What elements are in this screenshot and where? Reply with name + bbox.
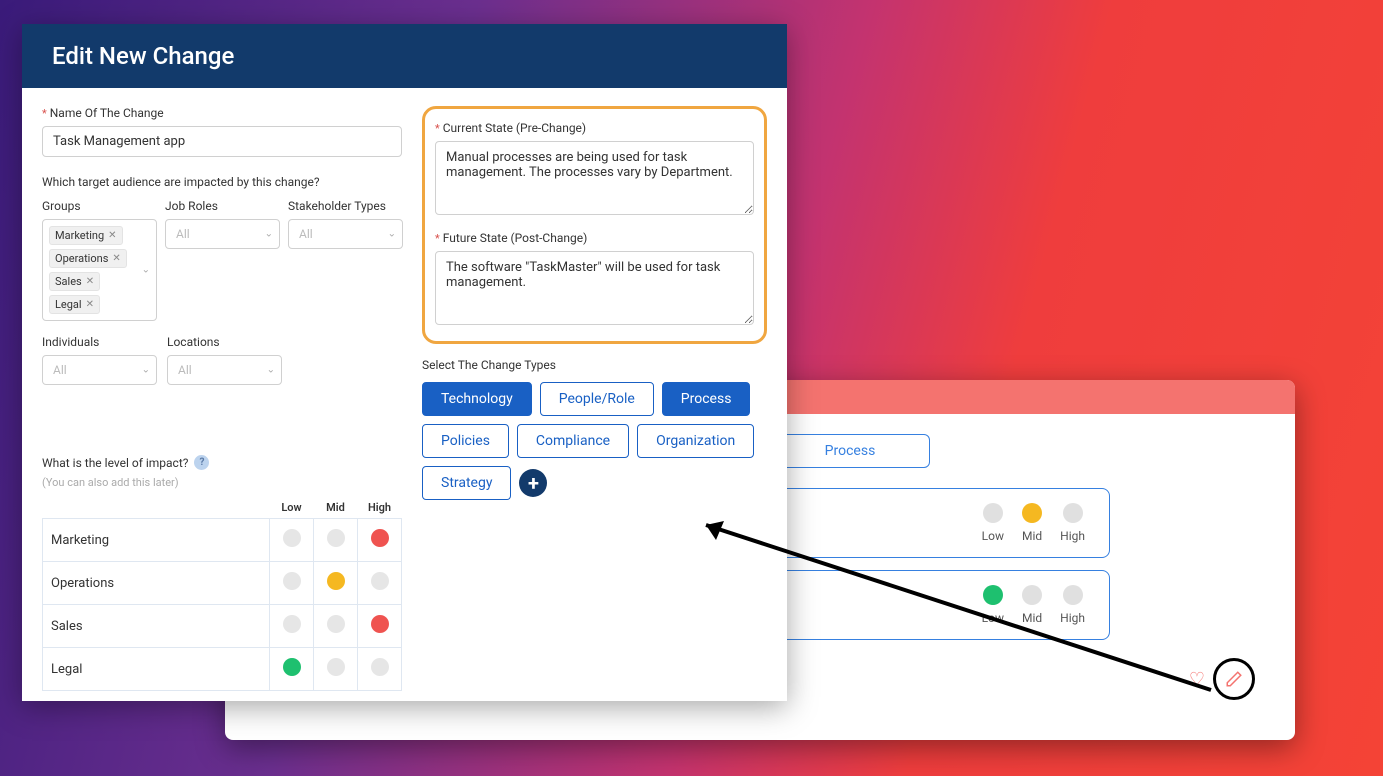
tag-marketing[interactable]: Marketing✕: [49, 226, 123, 245]
locations-label: Locations: [167, 335, 282, 349]
change-type-buttons: Technology People/Role Process Policies …: [422, 382, 767, 500]
table-row: Sales: [43, 605, 402, 648]
right-column: *Current State (Pre-Change) *Future Stat…: [412, 106, 777, 691]
name-label: Name Of The Change: [50, 106, 164, 120]
remove-tag-icon[interactable]: ✕: [108, 230, 116, 241]
groups-label: Groups: [42, 199, 157, 213]
stakeholder-label: Stakeholder Types: [288, 199, 403, 213]
chevron-down-icon: ⌄: [142, 365, 150, 376]
preview-actions: ♡: [1189, 658, 1255, 700]
impact-title-text: What is the level of impact?: [42, 456, 188, 470]
chevron-down-icon: ⌄: [388, 229, 396, 240]
stakeholder-select[interactable]: All ⌄: [288, 219, 403, 249]
remove-tag-icon[interactable]: ✕: [86, 276, 94, 287]
impact-dot-mid[interactable]: [1022, 585, 1042, 605]
future-state-label: Future State (Post-Change): [443, 231, 588, 245]
type-btn-compliance[interactable]: Compliance: [517, 424, 629, 458]
remove-tag-icon[interactable]: ✕: [112, 253, 120, 264]
jobroles-select[interactable]: All ⌄: [165, 219, 280, 249]
type-btn-policies[interactable]: Policies: [422, 424, 509, 458]
impact-dot[interactable]: [371, 615, 389, 633]
type-btn-peoplerole[interactable]: People/Role: [540, 382, 654, 416]
help-icon[interactable]: ?: [194, 455, 209, 470]
chevron-down-icon: ⌄: [142, 265, 150, 276]
impact-table: Low Mid High Marketing Operations: [42, 497, 402, 691]
modal-title: Edit New Change: [22, 24, 787, 88]
table-row: Legal: [43, 648, 402, 691]
add-change-type-button[interactable]: +: [519, 469, 547, 497]
edit-change-modal: Edit New Change *Name Of The Change Whic…: [22, 24, 787, 701]
preview-row-dots: Low Mid High: [982, 585, 1085, 625]
impact-dot[interactable]: [327, 529, 345, 547]
impact-dot[interactable]: [327, 615, 345, 633]
impact-dot[interactable]: [283, 658, 301, 676]
impact-dot[interactable]: [371, 529, 389, 547]
locations-select[interactable]: All ⌄: [167, 355, 282, 385]
impact-dot[interactable]: [327, 572, 345, 590]
tag-legal[interactable]: Legal✕: [49, 295, 100, 314]
impact-dot[interactable]: [371, 658, 389, 676]
impact-dot[interactable]: [283, 572, 301, 590]
type-btn-strategy[interactable]: Strategy: [422, 466, 511, 500]
state-highlight-box: *Current State (Pre-Change) *Future Stat…: [422, 106, 767, 344]
preview-row-dots: Low Mid High: [982, 503, 1085, 543]
edit-pencil-highlight: [1213, 658, 1255, 700]
change-types-label: Select The Change Types: [422, 358, 767, 372]
tag-sales[interactable]: Sales✕: [49, 272, 100, 291]
impact-dot[interactable]: [283, 615, 301, 633]
type-btn-organization[interactable]: Organization: [637, 424, 754, 458]
preview-tab-process[interactable]: Process: [770, 434, 930, 468]
impact-dot-high[interactable]: [1063, 503, 1083, 523]
remove-tag-icon[interactable]: ✕: [86, 299, 94, 310]
pencil-icon[interactable]: [1225, 670, 1243, 688]
groups-select[interactable]: Marketing✕ Operations✕ Sales✕ Legal✕ ⌄: [42, 219, 157, 321]
impact-dot-mid[interactable]: [1022, 503, 1042, 523]
jobroles-label: Job Roles: [165, 199, 280, 213]
current-state-label: Current State (Pre-Change): [443, 121, 586, 135]
tag-operations[interactable]: Operations✕: [49, 249, 127, 268]
audience-question: Which target audience are impacted by th…: [42, 175, 402, 189]
current-state-input[interactable]: [435, 141, 754, 215]
individuals-label: Individuals: [42, 335, 157, 349]
table-row: Operations: [43, 562, 402, 605]
individuals-select[interactable]: All ⌄: [42, 355, 157, 385]
future-state-input[interactable]: [435, 251, 754, 325]
impact-dot-low[interactable]: [983, 585, 1003, 605]
impact-dot[interactable]: [371, 572, 389, 590]
type-btn-technology[interactable]: Technology: [422, 382, 532, 416]
impact-section: What is the level of impact? ? (You can …: [42, 455, 402, 691]
change-name-input[interactable]: [42, 126, 402, 157]
impact-note: (You can also add this later): [42, 476, 402, 489]
type-btn-process[interactable]: Process: [662, 382, 751, 416]
impact-dot[interactable]: [283, 529, 301, 547]
heart-icon[interactable]: ♡: [1189, 669, 1205, 690]
impact-dot-high[interactable]: [1063, 585, 1083, 605]
impact-dot-low[interactable]: [983, 503, 1003, 523]
chevron-down-icon: ⌄: [267, 365, 275, 376]
chevron-down-icon: ⌄: [265, 229, 273, 240]
left-column: *Name Of The Change Which target audienc…: [32, 106, 412, 691]
table-row: Marketing: [43, 519, 402, 562]
impact-dot[interactable]: [327, 658, 345, 676]
